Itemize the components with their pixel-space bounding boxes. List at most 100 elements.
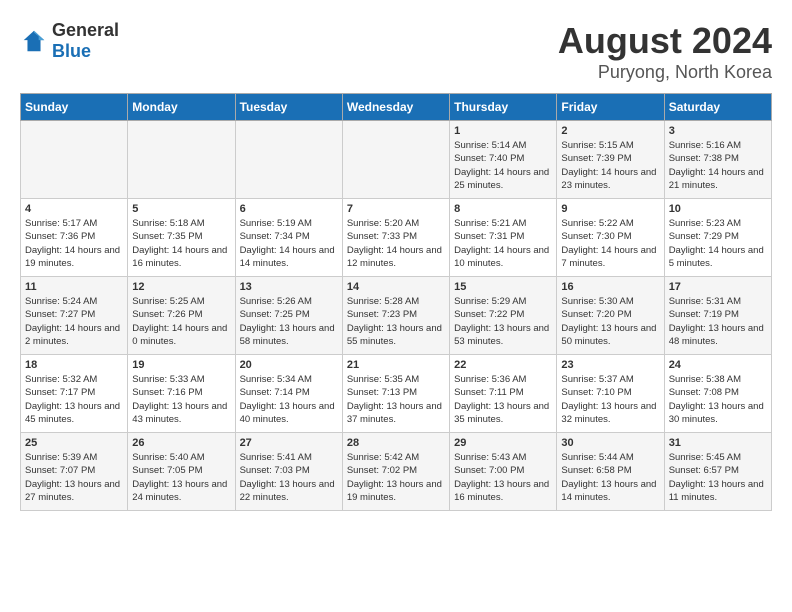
day-number: 21 <box>347 359 445 371</box>
day-number: 3 <box>669 125 767 137</box>
calendar-cell: 9 Sunrise: 5:22 AM Sunset: 7:30 PM Daylig… <box>557 199 664 277</box>
day-number: 16 <box>561 281 659 293</box>
calendar-week-2: 4 Sunrise: 5:17 AM Sunset: 7:36 PM Daylig… <box>21 199 772 277</box>
day-info: Sunrise: 5:23 AM Sunset: 7:29 PM Dayligh… <box>669 217 767 270</box>
day-info: Sunrise: 5:28 AM Sunset: 7:23 PM Dayligh… <box>347 295 445 348</box>
calendar-cell: 22Sunrise: 5:36 AM Sunset: 7:11 PM Dayli… <box>450 355 557 433</box>
calendar-cell: 1Sunrise: 5:14 AM Sunset: 7:40 PM Daylig… <box>450 121 557 199</box>
month-title: August 2024 <box>558 20 772 62</box>
day-info: Sunrise: 5:14 AM Sunset: 7:40 PM Dayligh… <box>454 139 552 192</box>
day-info: Sunrise: 5:19 AM Sunset: 7:34 PM Dayligh… <box>240 217 338 270</box>
day-info: Sunrise: 5:30 AM Sunset: 7:20 PM Dayligh… <box>561 295 659 348</box>
day-number: 8 <box>454 203 552 215</box>
calendar-cell: 8 Sunrise: 5:21 AM Sunset: 7:31 PM Daylig… <box>450 199 557 277</box>
day-number: 10 <box>669 203 767 215</box>
day-info: Sunrise: 5:26 AM Sunset: 7:25 PM Dayligh… <box>240 295 338 348</box>
calendar-cell <box>342 121 449 199</box>
day-info: Sunrise: 5:16 AM Sunset: 7:38 PM Dayligh… <box>669 139 767 192</box>
calendar-cell: 5Sunrise: 5:18 AM Sunset: 7:35 PM Daylig… <box>128 199 235 277</box>
calendar-cell: 18 Sunrise: 5:32 AM Sunset: 7:17 PM Dayli… <box>21 355 128 433</box>
calendar-table: SundayMondayTuesdayWednesdayThursdayFrid… <box>20 93 772 511</box>
calendar-cell: 15Sunrise: 5:29 AM Sunset: 7:22 PM Dayli… <box>450 277 557 355</box>
calendar-cell: 2 Sunrise: 5:15 AM Sunset: 7:39 PM Daylig… <box>557 121 664 199</box>
calendar-cell <box>235 121 342 199</box>
day-info: Sunrise: 5:42 AM Sunset: 7:02 PM Dayligh… <box>347 451 445 504</box>
calendar-cell: 17Sunrise: 5:31 AM Sunset: 7:19 PM Dayli… <box>664 277 771 355</box>
calendar-cell: 7 Sunrise: 5:20 AM Sunset: 7:33 PM Daylig… <box>342 199 449 277</box>
day-number: 31 <box>669 437 767 449</box>
calendar-body: 1Sunrise: 5:14 AM Sunset: 7:40 PM Daylig… <box>21 121 772 511</box>
calendar-cell: 21 Sunrise: 5:35 AM Sunset: 7:13 PM Dayli… <box>342 355 449 433</box>
calendar-cell: 30 Sunrise: 5:44 AM Sunset: 6:58 PM Dayli… <box>557 433 664 511</box>
day-number: 5 <box>132 203 230 215</box>
day-number: 23 <box>561 359 659 371</box>
column-header-tuesday: Tuesday <box>235 94 342 121</box>
column-header-sunday: Sunday <box>21 94 128 121</box>
day-info: Sunrise: 5:32 AM Sunset: 7:17 PM Dayligh… <box>25 373 123 426</box>
calendar-cell: 29 Sunrise: 5:43 AM Sunset: 7:00 PM Dayli… <box>450 433 557 511</box>
day-number: 25 <box>25 437 123 449</box>
calendar-cell <box>21 121 128 199</box>
day-info: Sunrise: 5:38 AM Sunset: 7:08 PM Dayligh… <box>669 373 767 426</box>
day-info: Sunrise: 5:17 AM Sunset: 7:36 PM Dayligh… <box>25 217 123 270</box>
calendar-cell: 25 Sunrise: 5:39 AM Sunset: 7:07 PM Dayli… <box>21 433 128 511</box>
day-info: Sunrise: 5:24 AM Sunset: 7:27 PM Dayligh… <box>25 295 123 348</box>
day-info: Sunrise: 5:44 AM Sunset: 6:58 PM Dayligh… <box>561 451 659 504</box>
calendar-cell: 19Sunrise: 5:33 AM Sunset: 7:16 PM Dayli… <box>128 355 235 433</box>
day-number: 9 <box>561 203 659 215</box>
column-header-monday: Monday <box>128 94 235 121</box>
day-number: 29 <box>454 437 552 449</box>
calendar-cell: 23 Sunrise: 5:37 AM Sunset: 7:10 PM Dayli… <box>557 355 664 433</box>
day-number: 30 <box>561 437 659 449</box>
logo: General Blue <box>20 20 119 62</box>
day-number: 28 <box>347 437 445 449</box>
logo-blue-text: Blue <box>52 41 91 61</box>
day-info: Sunrise: 5:22 AM Sunset: 7:30 PM Dayligh… <box>561 217 659 270</box>
day-info: Sunrise: 5:20 AM Sunset: 7:33 PM Dayligh… <box>347 217 445 270</box>
calendar-cell: 14 Sunrise: 5:28 AM Sunset: 7:23 PM Dayli… <box>342 277 449 355</box>
calendar-cell <box>128 121 235 199</box>
day-number: 18 <box>25 359 123 371</box>
logo-icon <box>20 27 48 55</box>
calendar-cell: 27Sunrise: 5:41 AM Sunset: 7:03 PM Dayli… <box>235 433 342 511</box>
calendar-week-3: 11 Sunrise: 5:24 AM Sunset: 7:27 PM Dayli… <box>21 277 772 355</box>
calendar-cell: 6Sunrise: 5:19 AM Sunset: 7:34 PM Daylig… <box>235 199 342 277</box>
day-info: Sunrise: 5:37 AM Sunset: 7:10 PM Dayligh… <box>561 373 659 426</box>
day-info: Sunrise: 5:21 AM Sunset: 7:31 PM Dayligh… <box>454 217 552 270</box>
day-info: Sunrise: 5:41 AM Sunset: 7:03 PM Dayligh… <box>240 451 338 504</box>
day-info: Sunrise: 5:39 AM Sunset: 7:07 PM Dayligh… <box>25 451 123 504</box>
day-info: Sunrise: 5:25 AM Sunset: 7:26 PM Dayligh… <box>132 295 230 348</box>
day-number: 12 <box>132 281 230 293</box>
title-block: August 2024 Puryong, North Korea <box>558 20 772 83</box>
calendar-cell: 10 Sunrise: 5:23 AM Sunset: 7:29 PM Dayli… <box>664 199 771 277</box>
calendar-cell: 4 Sunrise: 5:17 AM Sunset: 7:36 PM Daylig… <box>21 199 128 277</box>
day-number: 19 <box>132 359 230 371</box>
day-info: Sunrise: 5:43 AM Sunset: 7:00 PM Dayligh… <box>454 451 552 504</box>
column-header-saturday: Saturday <box>664 94 771 121</box>
calendar-cell: 3 Sunrise: 5:16 AM Sunset: 7:38 PM Daylig… <box>664 121 771 199</box>
logo-general-text: General <box>52 20 119 40</box>
calendar-week-4: 18 Sunrise: 5:32 AM Sunset: 7:17 PM Dayli… <box>21 355 772 433</box>
calendar-week-1: 1Sunrise: 5:14 AM Sunset: 7:40 PM Daylig… <box>21 121 772 199</box>
column-header-wednesday: Wednesday <box>342 94 449 121</box>
day-number: 7 <box>347 203 445 215</box>
calendar-cell: 20Sunrise: 5:34 AM Sunset: 7:14 PM Dayli… <box>235 355 342 433</box>
day-number: 11 <box>25 281 123 293</box>
day-info: Sunrise: 5:35 AM Sunset: 7:13 PM Dayligh… <box>347 373 445 426</box>
day-number: 17 <box>669 281 767 293</box>
day-number: 4 <box>25 203 123 215</box>
calendar-cell: 11 Sunrise: 5:24 AM Sunset: 7:27 PM Dayli… <box>21 277 128 355</box>
location-title: Puryong, North Korea <box>558 62 772 83</box>
day-number: 24 <box>669 359 767 371</box>
day-number: 14 <box>347 281 445 293</box>
day-info: Sunrise: 5:40 AM Sunset: 7:05 PM Dayligh… <box>132 451 230 504</box>
day-number: 26 <box>132 437 230 449</box>
day-info: Sunrise: 5:29 AM Sunset: 7:22 PM Dayligh… <box>454 295 552 348</box>
calendar-header-row: SundayMondayTuesdayWednesdayThursdayFrid… <box>21 94 772 121</box>
day-info: Sunrise: 5:15 AM Sunset: 7:39 PM Dayligh… <box>561 139 659 192</box>
day-number: 2 <box>561 125 659 137</box>
calendar-cell: 31Sunrise: 5:45 AM Sunset: 6:57 PM Dayli… <box>664 433 771 511</box>
calendar-cell: 28 Sunrise: 5:42 AM Sunset: 7:02 PM Dayli… <box>342 433 449 511</box>
day-number: 20 <box>240 359 338 371</box>
column-header-thursday: Thursday <box>450 94 557 121</box>
